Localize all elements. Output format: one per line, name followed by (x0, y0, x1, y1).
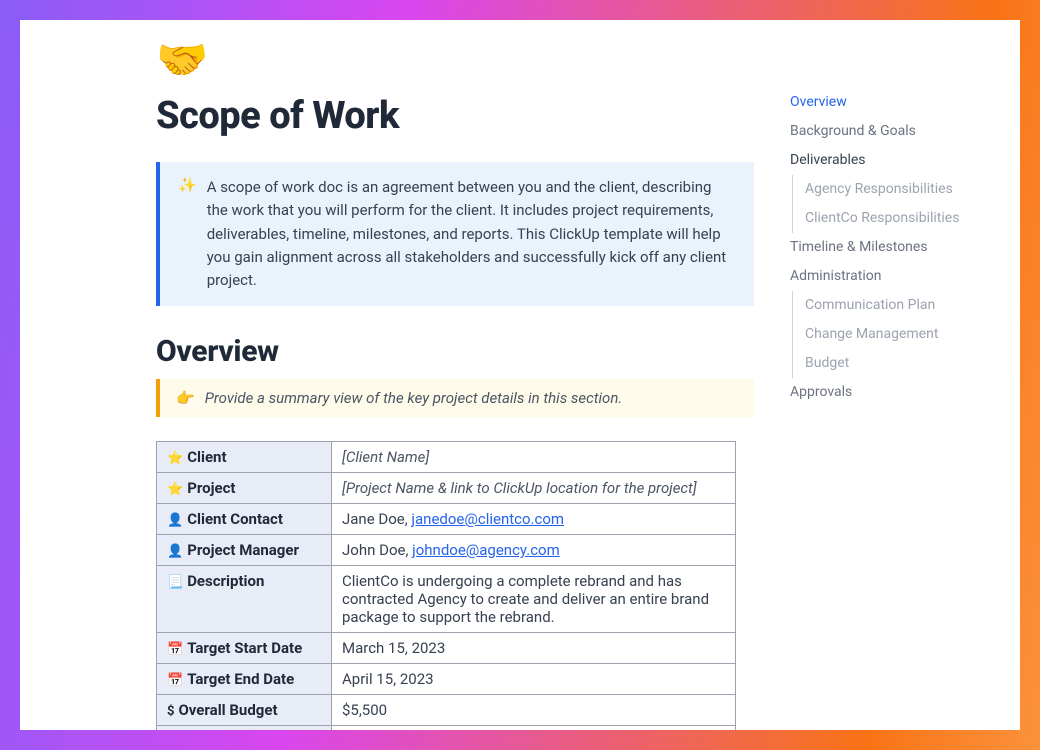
row-label: Client Contact (187, 510, 283, 528)
overview-hint-text: Provide a summary view of the key projec… (205, 389, 623, 407)
row-label: Target Start Date (187, 639, 302, 657)
toc-item-budget[interactable]: Budget (792, 349, 1002, 378)
document-emoji-icon[interactable]: 🤝 (156, 40, 754, 82)
star-icon: ⭐ (167, 451, 183, 466)
table-row[interactable]: $ Overall Budget $5,500 (157, 695, 736, 726)
table-row[interactable]: 📅 Target End Date April 15, 2023 (157, 664, 736, 695)
person-icon: 👤 (167, 544, 183, 559)
overview-heading[interactable]: Overview (156, 334, 754, 369)
row-label: Project Manager (187, 541, 299, 559)
table-row[interactable]: 👤 Project Manager John Doe, johndoe@agenc… (157, 535, 736, 566)
page-icon: 📃 (167, 575, 183, 590)
table-row[interactable]: 👤 Client Contact Jane Doe, janedoe@client… (157, 504, 736, 535)
row-label: Project (187, 479, 235, 497)
row-label: Description (187, 572, 264, 590)
email-link[interactable]: johndoe@agency.com (412, 541, 560, 559)
calendar-icon: 📅 (167, 642, 183, 657)
row-value[interactable]: [Project Name & link to ClickUp location… (342, 479, 697, 497)
row-value[interactable]: ClientCo is undergoing a complete rebran… (342, 572, 709, 626)
email-link[interactable]: janedoe@clientco.com (411, 510, 564, 528)
toc-item-change-management[interactable]: Change Management (792, 320, 1002, 349)
toc-item-overview[interactable]: Overview (790, 88, 1002, 117)
intro-callout-text: A scope of work doc is an agreement betw… (207, 176, 736, 292)
table-row[interactable]: ⭐ Client [Client Name] (157, 442, 736, 473)
row-value[interactable]: April 15, 2023 (342, 670, 434, 688)
row-value[interactable]: [Client Name] (342, 448, 429, 466)
document-title[interactable]: Scope of Work (156, 94, 754, 138)
table-row[interactable]: 📃 Description ClientCo is undergoing a co… (157, 566, 736, 633)
table-row[interactable]: 📅 Target Start Date March 15, 2023 (157, 633, 736, 664)
row-value[interactable]: March 15, 2023 (342, 639, 445, 657)
row-label: Target End Date (187, 670, 294, 688)
overview-hint-callout[interactable]: 👉 Provide a summary view of the key proj… (156, 379, 754, 417)
intro-callout[interactable]: ✨ A scope of work doc is an agreement be… (156, 162, 754, 306)
toc-item-background-goals[interactable]: Background & Goals (790, 117, 1002, 146)
dollar-icon: $ (167, 704, 174, 719)
toc-item-deliverables[interactable]: Deliverables (790, 146, 1002, 175)
project-details-table[interactable]: ⭐ Client [Client Name] ⭐ Project [Project … (156, 441, 736, 730)
calendar-icon: 📅 (167, 673, 183, 688)
row-label: Client (187, 448, 226, 466)
row-value[interactable]: $5,500 (342, 701, 387, 719)
row-label: Overall Budget (178, 701, 277, 719)
toc-item-agency-responsibilities[interactable]: Agency Responsibilities (792, 175, 1002, 204)
document-content: 🤝 Scope of Work ✨ A scope of work doc is… (20, 20, 790, 730)
table-of-contents: Overview Background & Goals Deliverables… (790, 20, 1020, 730)
row-value-prefix: Jane Doe, (342, 510, 411, 528)
toc-item-timeline-milestones[interactable]: Timeline & Milestones (790, 233, 1002, 262)
sparkle-icon: ✨ (178, 176, 197, 292)
toc-item-clientco-responsibilities[interactable]: ClientCo Responsibilities (792, 204, 1002, 233)
toc-item-approvals[interactable]: Approvals (790, 378, 1002, 407)
toc-item-administration[interactable]: Administration (790, 262, 1002, 291)
pointing-icon: 👉 (176, 389, 195, 407)
document-page: 🤝 Scope of Work ✨ A scope of work doc is… (20, 20, 1020, 730)
star-icon: ⭐ (167, 482, 183, 497)
table-row[interactable]: 🔗Key Resources [Link to signed contract]… (157, 726, 736, 730)
row-value-prefix: John Doe, (342, 541, 412, 559)
table-row[interactable]: ⭐ Project [Project Name & link to ClickUp… (157, 473, 736, 504)
person-icon: 👤 (167, 513, 183, 528)
toc-item-communication-plan[interactable]: Communication Plan (792, 291, 1002, 320)
